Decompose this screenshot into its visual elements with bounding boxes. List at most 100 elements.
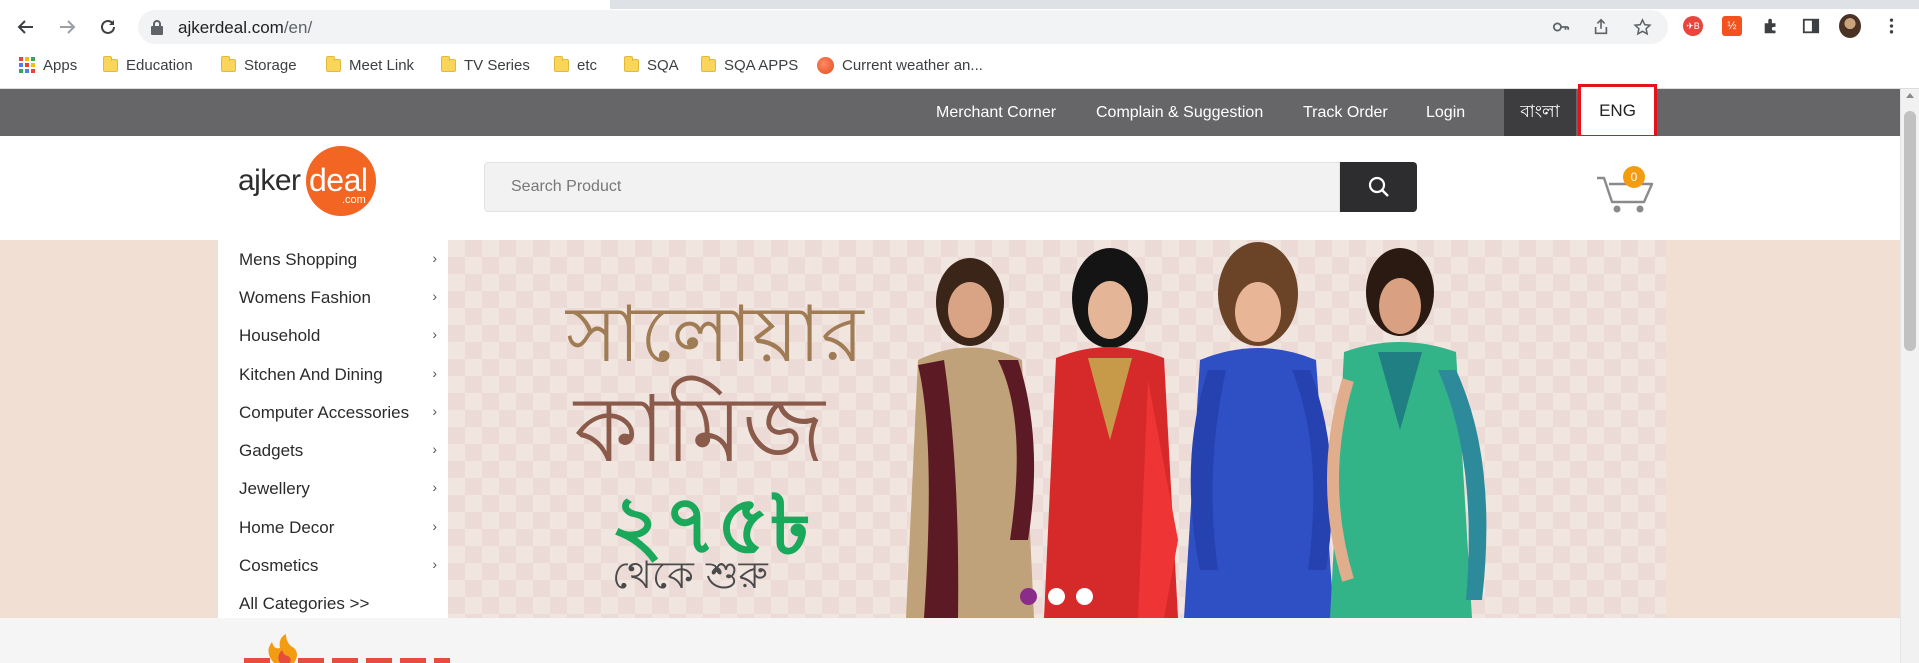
bookmark-label: Storage — [244, 56, 297, 74]
category-home-decor[interactable]: Home Decor › — [218, 509, 448, 547]
puzzle-icon[interactable] — [1760, 15, 1782, 37]
bookmark-label: Current weather an... — [842, 56, 983, 74]
profile-avatar[interactable] — [1839, 14, 1861, 38]
category-label: Gadgets — [239, 441, 304, 460]
bookmark-label: Apps — [43, 56, 78, 74]
ajkerdeal-page: Merchant Corner Complain & Suggestion Tr… — [0, 84, 1900, 663]
bookmarks-bar: Apps Education Storage Meet Link TV Seri… — [0, 44, 1919, 89]
category-cosmetics[interactable]: Cosmetics › — [218, 547, 448, 585]
active-tab-edge — [0, 0, 610, 9]
category-kitchen-dining[interactable]: Kitchen And Dining › — [218, 356, 448, 394]
back-button[interactable] — [12, 13, 40, 41]
category-label: Cosmetics — [239, 556, 319, 575]
browser-toolbar: ajkerdeal.com/en/ ✈B ½ — [0, 9, 1919, 44]
category-computer-accessories[interactable]: Computer Accessories › — [218, 394, 448, 432]
extension-red-icon[interactable]: ✈B — [1682, 15, 1704, 37]
chevron-right-icon: › — [432, 326, 437, 342]
chevron-right-icon: › — [432, 518, 437, 534]
category-label: Household — [239, 326, 321, 345]
chevron-right-icon: › — [432, 479, 437, 495]
tab-strip — [0, 0, 1919, 9]
category-womens-fashion[interactable]: Womens Fashion › — [218, 279, 448, 317]
folder-icon — [701, 55, 716, 72]
url-path: /en/ — [283, 18, 313, 37]
login-link[interactable]: Login — [1426, 89, 1465, 136]
category-gadgets[interactable]: Gadgets › — [218, 432, 448, 470]
bookmark-label: TV Series — [464, 56, 530, 74]
extension-orange-icon[interactable]: ½ — [1721, 15, 1743, 37]
bookmark-storage[interactable]: Storage — [221, 54, 297, 76]
bookmark-label: SQA — [647, 56, 679, 74]
category-jewellery[interactable]: Jewellery › — [218, 470, 448, 508]
url-host: ajkerdeal.com — [178, 18, 284, 37]
banner-models-image — [906, 242, 1487, 618]
cart-count-badge: 0 — [1623, 166, 1645, 188]
bookmark-meet-link[interactable]: Meet Link — [326, 54, 414, 76]
reload-icon — [101, 19, 115, 34]
category-label: Home Decor — [239, 518, 335, 537]
address-bar[interactable]: ajkerdeal.com/en/ — [138, 10, 1668, 44]
cart-button[interactable]: 0 — [1595, 166, 1657, 214]
bookmark-tv-series[interactable]: TV Series — [441, 54, 530, 76]
reload-button[interactable] — [94, 13, 122, 41]
logo-com-text: .com — [342, 194, 366, 206]
chevron-right-icon: › — [432, 403, 437, 419]
chevron-right-icon: › — [432, 288, 437, 304]
chevron-right-icon: › — [432, 441, 437, 457]
bookmark-weather[interactable]: Current weather an... — [817, 54, 983, 76]
hero-banner-slider[interactable]: সালোয়ার কামিজ ২৭৫৳ থেকে শুরু — [448, 240, 1666, 618]
bookmark-label: Education — [126, 56, 193, 74]
folder-icon — [221, 55, 236, 72]
folder-icon — [554, 55, 569, 72]
search-icon — [1368, 176, 1389, 197]
category-mens-shopping[interactable]: Mens Shopping › — [218, 241, 448, 279]
slider-dot-2[interactable] — [1048, 588, 1065, 605]
star-icon[interactable] — [1632, 17, 1652, 37]
hot-deal-section — [0, 618, 1900, 663]
page-scrollbar[interactable] — [1900, 89, 1919, 663]
bookmark-label: SQA APPS — [724, 56, 799, 74]
category-label: Computer Accessories — [239, 403, 410, 422]
chevron-right-icon: › — [432, 556, 437, 572]
slider-dot-3[interactable] — [1076, 588, 1093, 605]
bookmark-label: etc — [577, 56, 598, 74]
lock-icon — [151, 20, 163, 35]
category-menu: Mens Shopping › Womens Fashion › Household… — [218, 240, 448, 618]
logo-ajker-text: ajker — [238, 164, 301, 197]
bookmark-sqa[interactable]: SQA — [624, 54, 679, 76]
ajkerdeal-logo[interactable]: ajker deal .com — [238, 144, 378, 220]
slider-dot-1[interactable] — [1020, 588, 1037, 605]
track-order-link[interactable]: Track Order — [1303, 89, 1388, 136]
menu-kebab-icon[interactable] — [1880, 15, 1902, 37]
category-label: Kitchen And Dining — [239, 365, 383, 384]
banner-starting-from: থেকে শুরু — [612, 553, 768, 597]
language-bangla-button[interactable]: বাংলা — [1504, 89, 1576, 136]
forward-button[interactable] — [53, 13, 81, 41]
url-text: ajkerdeal.com/en/ — [178, 18, 312, 38]
sidepanel-icon[interactable] — [1800, 15, 1822, 37]
search-input[interactable] — [485, 163, 1339, 211]
share-icon[interactable] — [1591, 17, 1611, 37]
search-button[interactable] — [1340, 162, 1417, 212]
folder-icon — [624, 55, 639, 72]
chevron-right-icon: › — [432, 250, 437, 266]
bookmark-label: Meet Link — [349, 56, 415, 74]
scroll-up-icon[interactable] — [1906, 93, 1914, 98]
apps-grid-icon — [19, 57, 35, 73]
category-household[interactable]: Household › — [218, 317, 448, 355]
category-label: Womens Fashion — [239, 288, 371, 307]
scroll-thumb[interactable] — [1904, 111, 1916, 351]
folder-icon — [441, 55, 456, 72]
bookmark-sqa-apps[interactable]: SQA APPS — [701, 54, 798, 76]
complain-suggestion-link[interactable]: Complain & Suggestion — [1096, 89, 1263, 136]
back-icon — [17, 20, 33, 34]
language-english-button[interactable]: ENG — [1578, 84, 1657, 138]
hot-deal-logo — [244, 634, 450, 663]
slider-dots — [1020, 588, 1093, 605]
bookmark-apps[interactable]: Apps — [19, 54, 77, 76]
merchant-corner-link[interactable]: Merchant Corner — [936, 89, 1056, 136]
top-utility-bar: Merchant Corner Complain & Suggestion Tr… — [0, 84, 1900, 138]
key-icon[interactable] — [1551, 17, 1571, 37]
bookmark-etc[interactable]: etc — [554, 54, 597, 76]
bookmark-education[interactable]: Education — [103, 54, 193, 76]
